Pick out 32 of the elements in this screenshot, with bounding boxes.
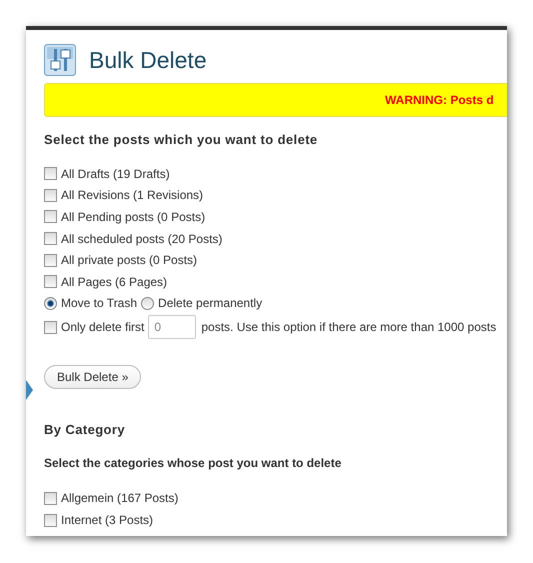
section-heading: Select the posts which you want to delete	[44, 132, 319, 148]
option-label: Delete permanently	[158, 296, 262, 310]
checkbox[interactable]	[44, 492, 57, 505]
radio-button[interactable]	[44, 296, 57, 310]
checkbox[interactable]	[44, 232, 57, 246]
option-label: All private posts (0 Posts)	[61, 253, 198, 268]
category-label: Allgemein (167 Posts)	[61, 491, 178, 506]
checkbox[interactable]	[44, 188, 57, 202]
option-label: All Pages (6 Pages)	[61, 274, 168, 289]
category-label: Internet (3 Posts)	[61, 513, 154, 528]
radio-button[interactable]	[141, 296, 154, 310]
warning-text: WARNING: Posts d	[385, 93, 494, 107]
count-field[interactable]: 0	[148, 315, 196, 340]
option-label: All Drafts (19 Drafts)	[61, 166, 170, 181]
section-heading: By Category	[44, 422, 126, 438]
checkbox[interactable]	[44, 210, 57, 224]
checkbox[interactable]	[44, 514, 57, 527]
checkbox[interactable]	[44, 320, 57, 334]
page-title: Bulk Delete	[89, 46, 207, 75]
pointer-icon	[26, 380, 33, 400]
checkbox[interactable]	[44, 254, 57, 267]
option-label: Move to Trash	[61, 296, 138, 310]
option-hint: posts. Use this option if there are more than 1000 posts	[201, 320, 496, 334]
option-label: All scheduled posts (20 Posts)	[61, 232, 222, 246]
checkbox[interactable]	[44, 275, 57, 288]
checkbox[interactable]	[44, 167, 57, 180]
option-label: All Revisions (1 Revisions)	[61, 188, 204, 202]
bulk-delete-button[interactable]: Bulk Delete »	[44, 365, 142, 390]
option-label: Only delete first	[61, 320, 144, 334]
option-label: All Pending posts (0 Posts)	[61, 210, 206, 224]
sliders-icon	[44, 44, 76, 76]
section-subheading: Select the categories whose post you want to delete	[44, 455, 342, 472]
